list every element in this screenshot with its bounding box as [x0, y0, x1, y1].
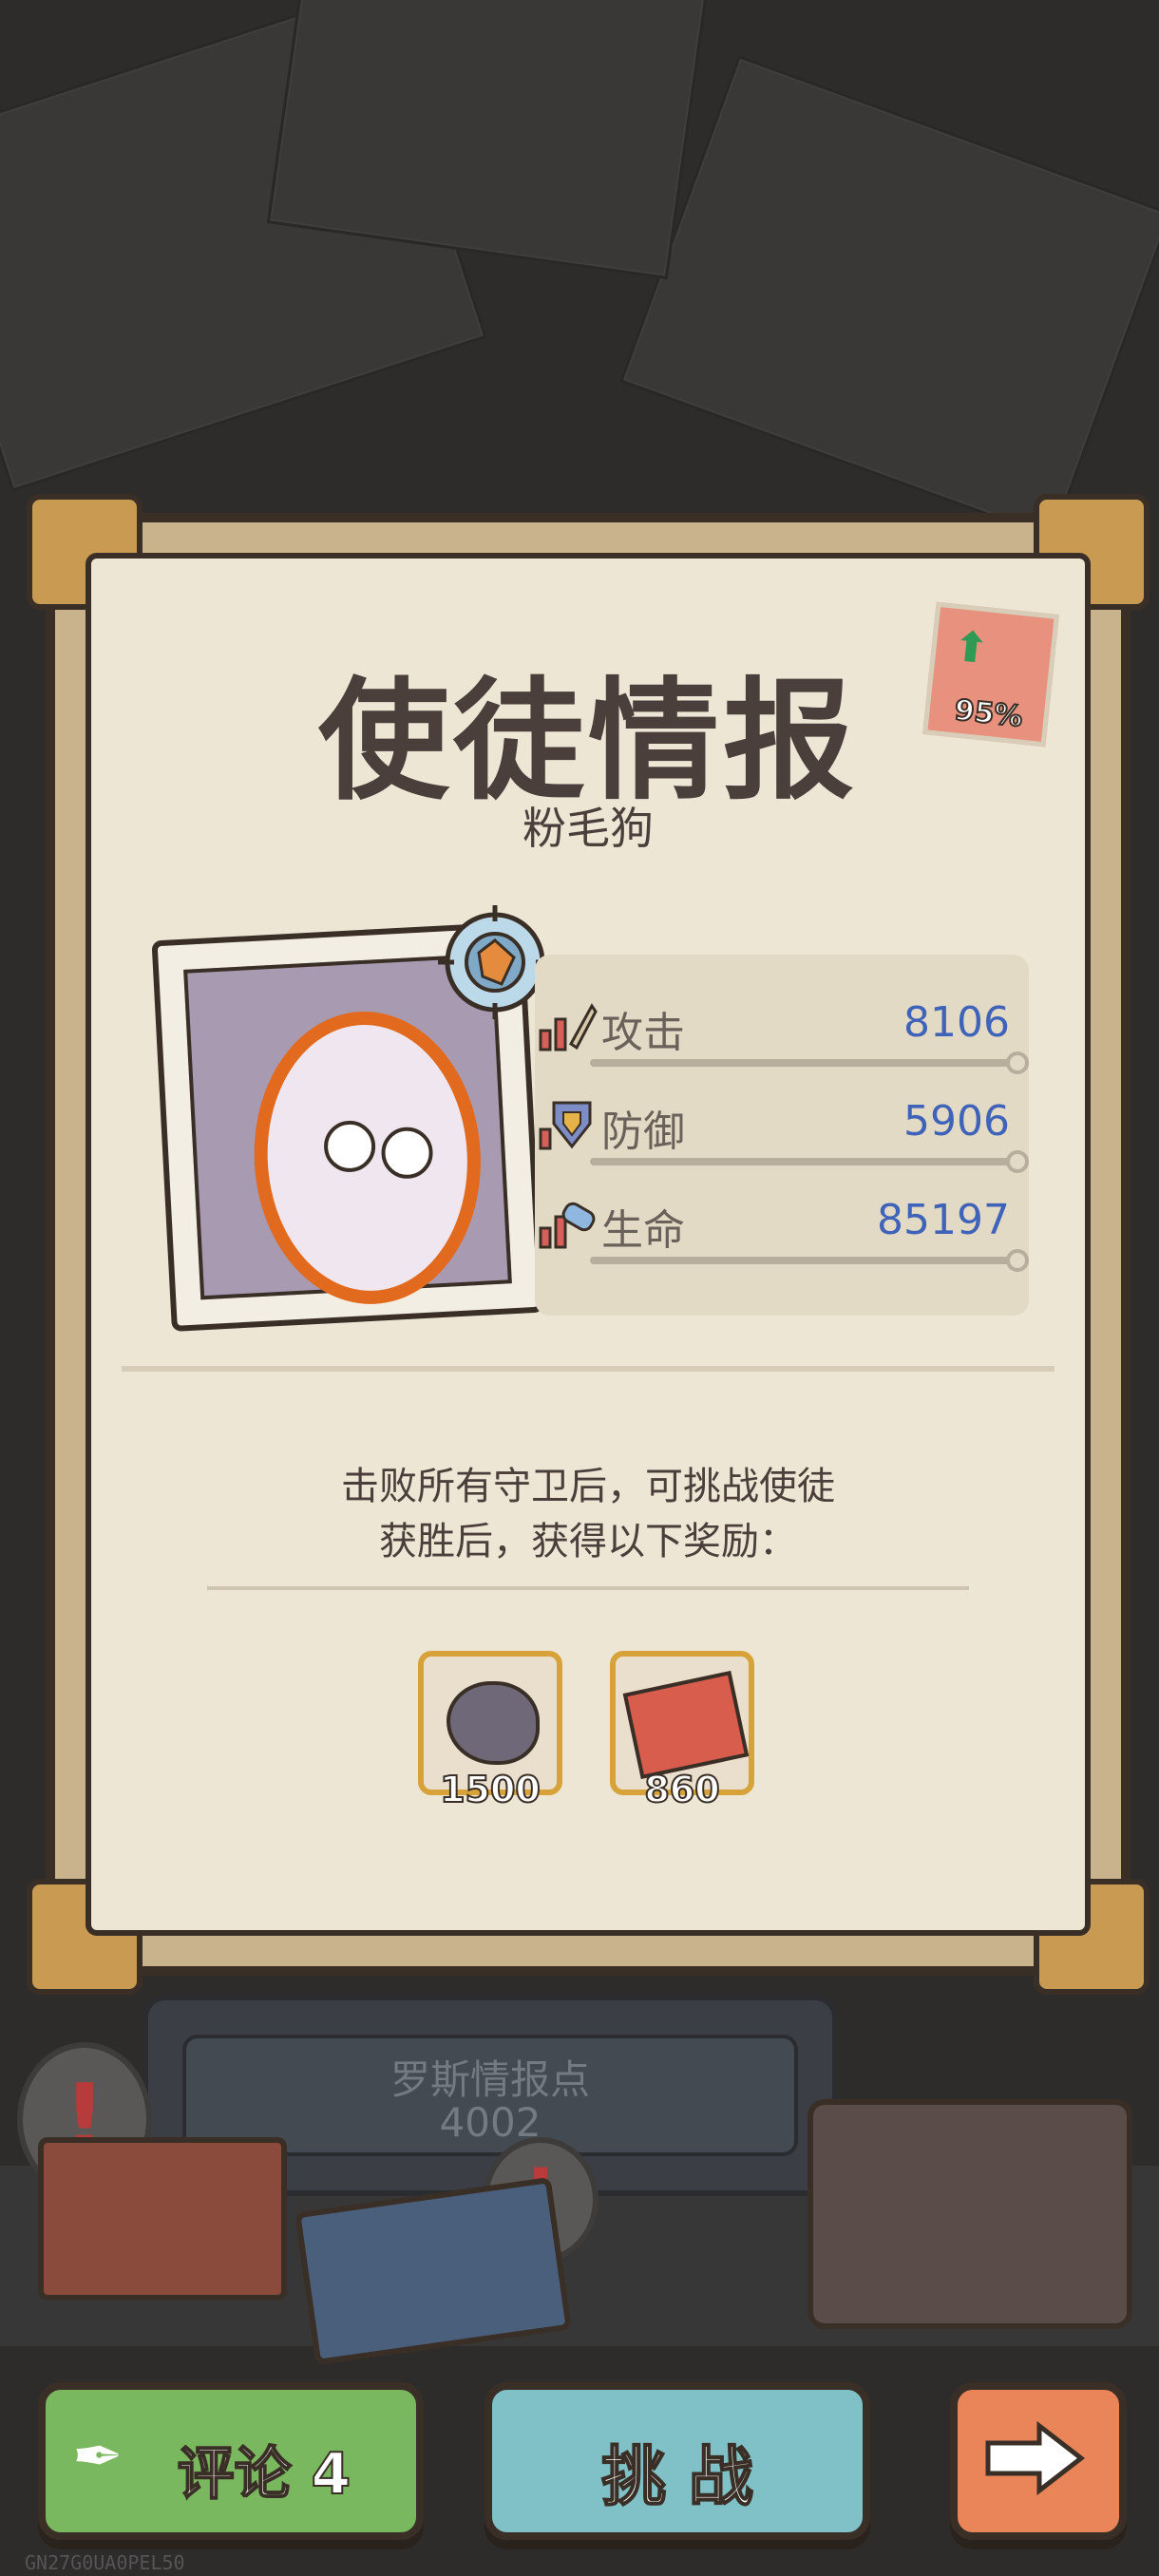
- reward-count: 860: [643, 1768, 720, 1811]
- reward-count: 1500: [439, 1768, 542, 1811]
- apostle-name: 粉毛狗: [522, 803, 654, 854]
- next-button[interactable]: [950, 2382, 1127, 2540]
- reward-item[interactable]: 1500: [418, 1651, 562, 1811]
- puzzle-box[interactable]: [38, 2137, 287, 2301]
- apostle-info-card: 使徒情报 粉毛狗 ⬆ 95% 攻击 8106 防御 5906 生命 85197 …: [27, 494, 1150, 1995]
- arrow-right-icon: [985, 2420, 1086, 2496]
- challenge-condition-text: 击败所有守卫后，可挑战使徒: [341, 1465, 835, 1508]
- boost-badge[interactable]: ⬆ 95%: [922, 601, 1059, 748]
- stats-panel: 攻击 8106 防御 5906 生命 85197: [535, 955, 1029, 1316]
- health-icon: [539, 1202, 596, 1249]
- comment-button[interactable]: ✒ 评论 4: [38, 2382, 424, 2540]
- stat-row-defense: 防御 5906: [535, 1082, 1029, 1173]
- background-paper: [619, 54, 1159, 540]
- attack-icon: [539, 1003, 598, 1051]
- intel-label: 罗斯情报点: [390, 2056, 590, 2103]
- reward-item[interactable]: 860: [610, 1651, 754, 1811]
- fire-ring-mirror: [246, 1005, 488, 1310]
- defense-icon: [539, 1101, 592, 1150]
- dolls-box[interactable]: [808, 2099, 1132, 2329]
- arrow-up-icon: ⬆: [951, 621, 992, 674]
- challenge-button[interactable]: 挑 战: [484, 2382, 870, 2540]
- stat-bar: [590, 1249, 1029, 1272]
- stat-label: 生命: [601, 1206, 685, 1255]
- stat-label: 防御: [601, 1108, 685, 1156]
- map-clue-icon: [622, 1670, 750, 1780]
- stat-bar: [590, 1150, 1029, 1173]
- watermark: GN27G0UA0PEL50: [25, 2551, 185, 2574]
- section-divider: [122, 1366, 1054, 1372]
- stat-row-attack: 攻击 8106: [535, 983, 1029, 1074]
- reward-intro-text: 获胜后，获得以下奖励：: [379, 1520, 797, 1563]
- stat-value: 85197: [877, 1196, 1010, 1244]
- stat-row-health: 生命 85197: [535, 1181, 1029, 1272]
- stat-value: 5906: [903, 1097, 1010, 1146]
- ink-blob-icon: [446, 1681, 540, 1765]
- comment-label: 评论 4: [177, 2440, 352, 2509]
- creature-eye: [380, 1126, 434, 1181]
- stat-bar: [590, 1051, 1029, 1074]
- challenge-label: 挑 战: [600, 2439, 754, 2516]
- stat-value: 8106: [903, 998, 1010, 1047]
- boost-percent: 95%: [952, 692, 1025, 734]
- stat-label: 攻击: [601, 1009, 685, 1057]
- creature-eye: [322, 1119, 377, 1174]
- reward-divider: [207, 1586, 969, 1590]
